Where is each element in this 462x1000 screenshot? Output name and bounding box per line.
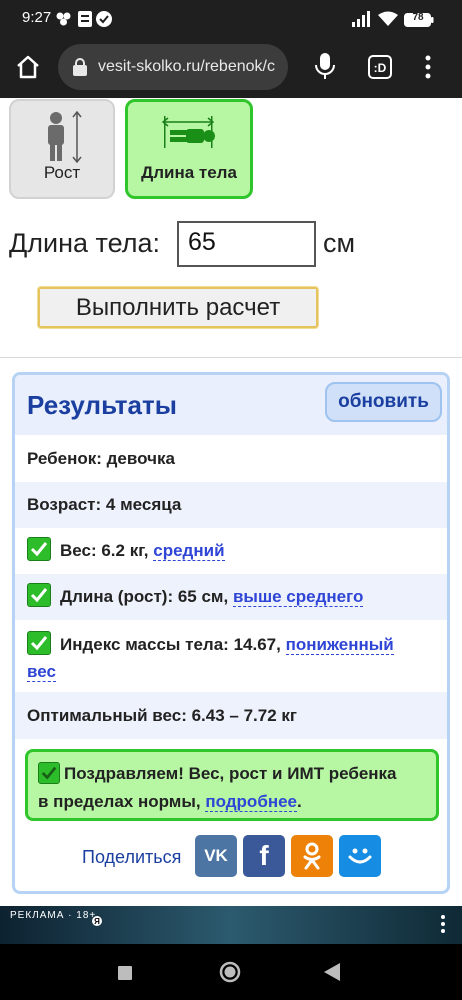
overflow-menu-icon[interactable] [424,55,432,83]
bmi-status-link-continued[interactable]: вес [27,662,56,682]
results-title: Результаты [27,390,177,420]
browser-toolbar: vesit-skolko.ru/rebenok/c :D [0,38,462,98]
microphone-icon[interactable] [314,52,336,84]
person-length-icon [161,116,218,154]
home-icon[interactable] [15,54,41,84]
refresh-button[interactable]: обновить [325,382,442,422]
congrats-period: . [297,792,302,811]
system-nav-bar [0,944,462,1000]
results-panel: Результаты обновить Ребенок: девочка Воз… [12,372,450,894]
ad-menu-icon[interactable] [440,914,446,938]
tab-height[interactable]: Рост [9,99,115,199]
result-child: Ребенок: девочка [27,449,175,468]
facebook-icon: f [259,840,269,871]
result-weight: Вес: 6.2 кг, средний [15,528,447,574]
battery-level: 78 [412,12,424,23]
yandex-icon: Я [92,911,102,930]
divider [0,357,462,358]
home-nav-icon[interactable] [219,961,241,987]
results-header: Результаты обновить [15,375,447,435]
svg-text::D: :D [374,61,387,75]
share-label: Поделиться [82,847,182,867]
tab-body-length-label: Длина тела [141,163,237,182]
checkmark-icon [27,583,51,607]
result-optimal-weight: Оптимальный вес: 6.43 – 7.72 кг [15,692,447,739]
checkmark-icon [27,537,51,561]
share-bar: Поделиться VK f [15,835,447,879]
result-bmi: Индекс массы тела: 14.67, пониженный вес [15,620,447,692]
smile-icon [346,848,374,874]
result-length-text: Длина (рост): 65 см, [60,587,229,606]
bmi-status-link[interactable]: пониженный [285,635,394,655]
wifi-icon [378,11,398,31]
congrats-text: Поздравляем! Вес, рост и ИМТ ребенка [64,764,397,783]
result-length: Длина (рост): 65 см, выше среднего [15,574,447,620]
vk-share-button[interactable]: VK [195,835,237,877]
lock-icon[interactable] [72,58,88,80]
result-age: Возраст: 4 месяца [15,482,447,528]
recents-icon[interactable] [118,965,132,984]
odnoklassniki-share-button[interactable] [291,835,333,877]
status-time: 9:27 [22,9,52,26]
length-unit: см [323,228,356,258]
tab-switcher-icon[interactable]: :D [368,55,392,83]
tab-body-length[interactable]: Длина тела [125,99,253,199]
signal-icon [352,11,370,31]
congrats-text-2: в пределах нормы, [38,792,201,811]
vk-icon: VK [204,846,228,865]
moimir-share-button[interactable] [339,835,381,877]
odnoklassniki-icon [301,842,323,874]
url-text[interactable]: vesit-skolko.ru/rebenok/c [98,58,286,76]
notification-icon [78,11,92,31]
ad-banner[interactable]: РЕКЛАМА · 18+ Я [0,906,462,944]
congrats-box: Поздравляем! Вес, рост и ИМТ ребенка в п… [25,749,439,821]
weight-status-link[interactable]: средний [153,541,225,561]
tab-height-label: Рост [43,163,81,182]
result-weight-text: Вес: 6.2 кг, [60,541,149,560]
result-bmi-text: Индекс массы тела: 14.67, [60,635,281,654]
ad-label: РЕКЛАМА · 18+ [10,910,97,921]
checkmark-icon [38,762,60,784]
facebook-share-button[interactable]: f [243,835,285,877]
check-circle-icon [96,11,112,31]
checkmark-icon [27,631,51,655]
svg-text:Я: Я [94,917,100,926]
length-status-link[interactable]: выше среднего [232,587,364,607]
back-icon[interactable] [324,963,340,985]
person-height-icon [41,110,87,167]
congrats-more-link[interactable]: подробнее [205,792,297,812]
length-label: Длина тела: [9,228,161,258]
calculate-button[interactable]: Выполнить расчет [38,287,318,328]
url-bar[interactable]: vesit-skolko.ru/rebenok/c [58,44,288,90]
weather-icon [55,11,73,31]
status-bar: 9:27 78 [0,0,462,38]
length-input[interactable]: 65 [177,221,316,267]
